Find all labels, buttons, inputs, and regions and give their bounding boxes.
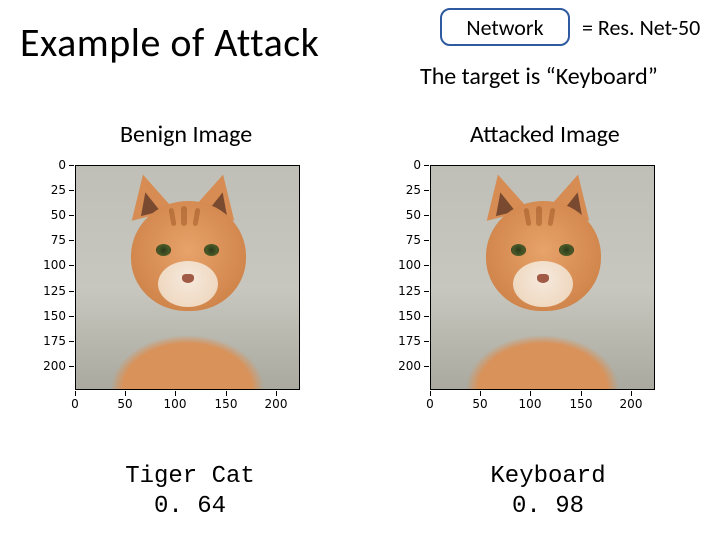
network-badge-label: Network [466,14,543,41]
caption-attacked: Keyboard 0. 98 [418,462,678,522]
attacked-image-plot [430,165,655,390]
column-title-benign: Benign Image [120,120,252,149]
caption-benign-confidence: 0. 64 [60,492,320,522]
caption-attacked-label: Keyboard [418,462,678,492]
benign-image-plot [75,165,300,390]
network-equals-text: = Res. Net-50 [582,14,700,41]
figure-benign: 0 25 50 75 100 125 150 175 200 0 50 100 … [30,155,330,435]
caption-benign-label: Tiger Cat [60,462,320,492]
caption-benign: Tiger Cat 0. 64 [60,462,320,522]
target-statement: The target is “Keyboard” [420,62,658,91]
network-badge: Network [440,8,570,46]
caption-attacked-confidence: 0. 98 [418,492,678,522]
figure-attacked: 0 25 50 75 100 125 150 175 200 0 50 100 … [385,155,685,435]
column-title-attacked: Attacked Image [470,120,620,149]
slide-title: Example of Attack [20,18,319,67]
